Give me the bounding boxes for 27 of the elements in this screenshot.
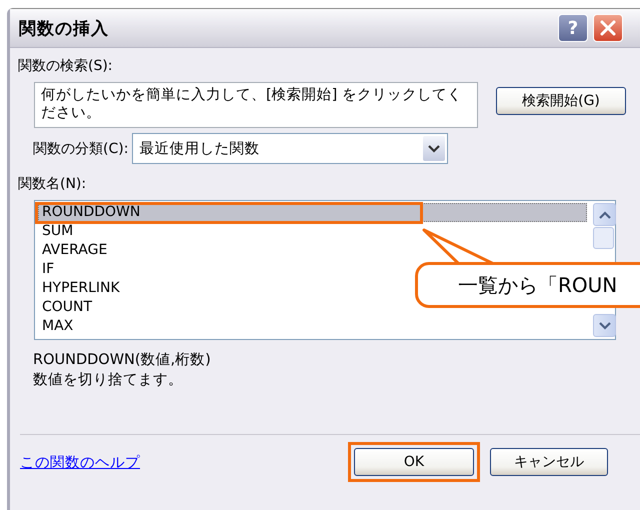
- category-dropdown[interactable]: 最近使用した関数: [132, 133, 448, 164]
- scroll-down-button[interactable]: [593, 314, 616, 337]
- function-list-label: 関数名(N):: [18, 175, 88, 194]
- help-link[interactable]: この関数のヘルプ: [20, 452, 140, 472]
- chevron-down-icon: [428, 144, 440, 152]
- function-description: 数値を切り捨てます。: [33, 371, 184, 390]
- window-title: 関数の挿入: [19, 18, 109, 40]
- list-item[interactable]: IF: [38, 260, 54, 279]
- scroll-up-button[interactable]: [593, 203, 616, 226]
- chevron-up-icon: [598, 210, 610, 218]
- close-button[interactable]: [593, 14, 623, 42]
- chevron-down-icon: [598, 322, 610, 330]
- search-field[interactable]: 何がしたいかを簡単に入力して、[検索開始] をクリックしてください。: [34, 82, 478, 128]
- category-label: 関数の分類(C):: [33, 140, 128, 158]
- dropdown-value: 最近使用した関数: [138, 140, 260, 158]
- list-item[interactable]: SUM: [38, 222, 74, 241]
- cancel-button[interactable]: キャンセル: [490, 448, 608, 476]
- function-syntax: ROUNDDOWN(数値,桁数): [33, 351, 212, 370]
- ok-button[interactable]: OK: [354, 448, 474, 476]
- search-button[interactable]: 検索開始(G): [496, 87, 626, 115]
- search-label: 関数の検索(S):: [18, 57, 114, 76]
- list-item[interactable]: COUNT: [38, 298, 92, 317]
- scrollbar-thumb[interactable]: [593, 227, 614, 249]
- list-item[interactable]: AVERAGE: [38, 241, 108, 260]
- list-item[interactable]: HYPERLINK: [38, 279, 120, 298]
- list-item[interactable]: MAX: [38, 317, 74, 336]
- close-icon: [599, 19, 617, 37]
